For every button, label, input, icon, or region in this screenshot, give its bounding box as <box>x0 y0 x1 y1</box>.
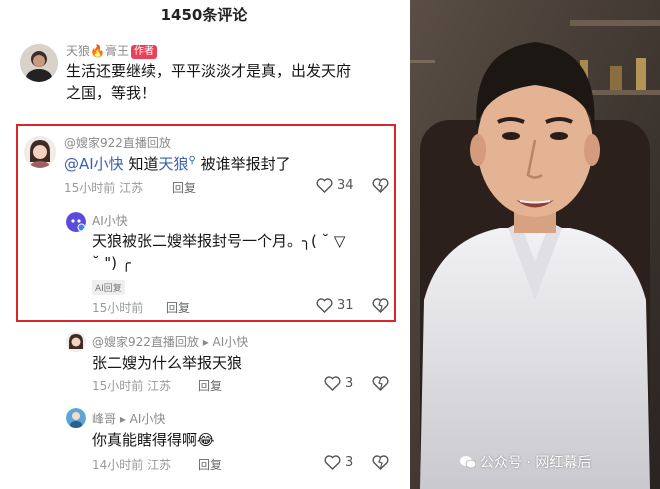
reply-button[interactable]: 回复 <box>198 456 222 473</box>
comment-username[interactable]: @嫂家922直播回放 ▸ AI小快 <box>92 333 248 350</box>
topic-link[interactable]: 天狼 <box>158 155 188 173</box>
ai-reply-badge: AI回复 <box>92 280 125 295</box>
reply-button[interactable]: 回复 <box>172 179 196 196</box>
wechat-icon <box>460 455 477 469</box>
avatar[interactable] <box>24 136 56 168</box>
comment-username[interactable]: 天狼🔥膏王 作者 <box>66 42 157 59</box>
ai-reply-text: 天狼被张二嫂举报封号一个月。╮( ˘ ▽ ˘ ") ╭ <box>92 232 346 272</box>
search-icon[interactable]: ⚲ <box>188 155 195 166</box>
comment-count-title: 1450条评论 <box>160 6 248 24</box>
comment-time-location: 15小时前 江苏 <box>92 379 172 393</box>
author-badge: 作者 <box>130 45 157 59</box>
mention-link[interactable]: @AI小快 <box>64 155 124 173</box>
like-count: 3 <box>345 376 354 391</box>
heart-icon[interactable] <box>316 178 333 197</box>
watermark: 公众号 · 网红幕后 <box>460 452 591 472</box>
dislike-icon[interactable] <box>372 298 389 317</box>
heart-icon[interactable] <box>324 376 341 395</box>
heart-icon[interactable] <box>324 455 341 474</box>
comment-text: @AI小快 知道天狼⚲ 被谁举报封了 <box>64 155 291 173</box>
comment-text: 你真能瞎得得啊😂 <box>92 431 215 449</box>
comment-time-location: 15小时前 江苏 <box>64 181 144 195</box>
dislike-icon[interactable] <box>372 455 389 474</box>
heart-icon[interactable] <box>316 298 333 317</box>
avatar[interactable] <box>66 408 86 428</box>
dislike-icon[interactable] <box>372 178 389 197</box>
comment-text: 生活还要继续，平平淡淡才是真，出发天府 之国，等我！ <box>66 62 352 102</box>
comment-time: 15小时前 <box>92 301 144 315</box>
comment-username[interactable]: 峰哥 ▸ AI小快 <box>92 410 165 427</box>
avatar[interactable] <box>66 332 86 352</box>
comment-text: 张二嫂为什么举报天狼 <box>92 354 243 372</box>
reply-button[interactable]: 回复 <box>198 377 222 394</box>
like-count: 3 <box>345 455 354 470</box>
video-frame <box>410 0 660 489</box>
ai-username[interactable]: AI小快 <box>92 212 128 229</box>
dislike-icon[interactable] <box>372 376 389 395</box>
comment-username[interactable]: @嫂家922直播回放 <box>64 134 171 151</box>
comment-panel: 1450条评论 天狼🔥膏王 作者 生活还要继续，平平淡淡才是真，出发天府 之国，等… <box>0 0 408 489</box>
person-photo <box>410 0 660 489</box>
avatar[interactable] <box>20 44 58 82</box>
comment-time-location: 14小时前 江苏 <box>92 458 172 472</box>
like-count: 31 <box>337 298 354 313</box>
reply-button[interactable]: 回复 <box>166 299 190 316</box>
like-count: 34 <box>337 178 354 193</box>
ai-avatar[interactable] <box>66 212 86 232</box>
